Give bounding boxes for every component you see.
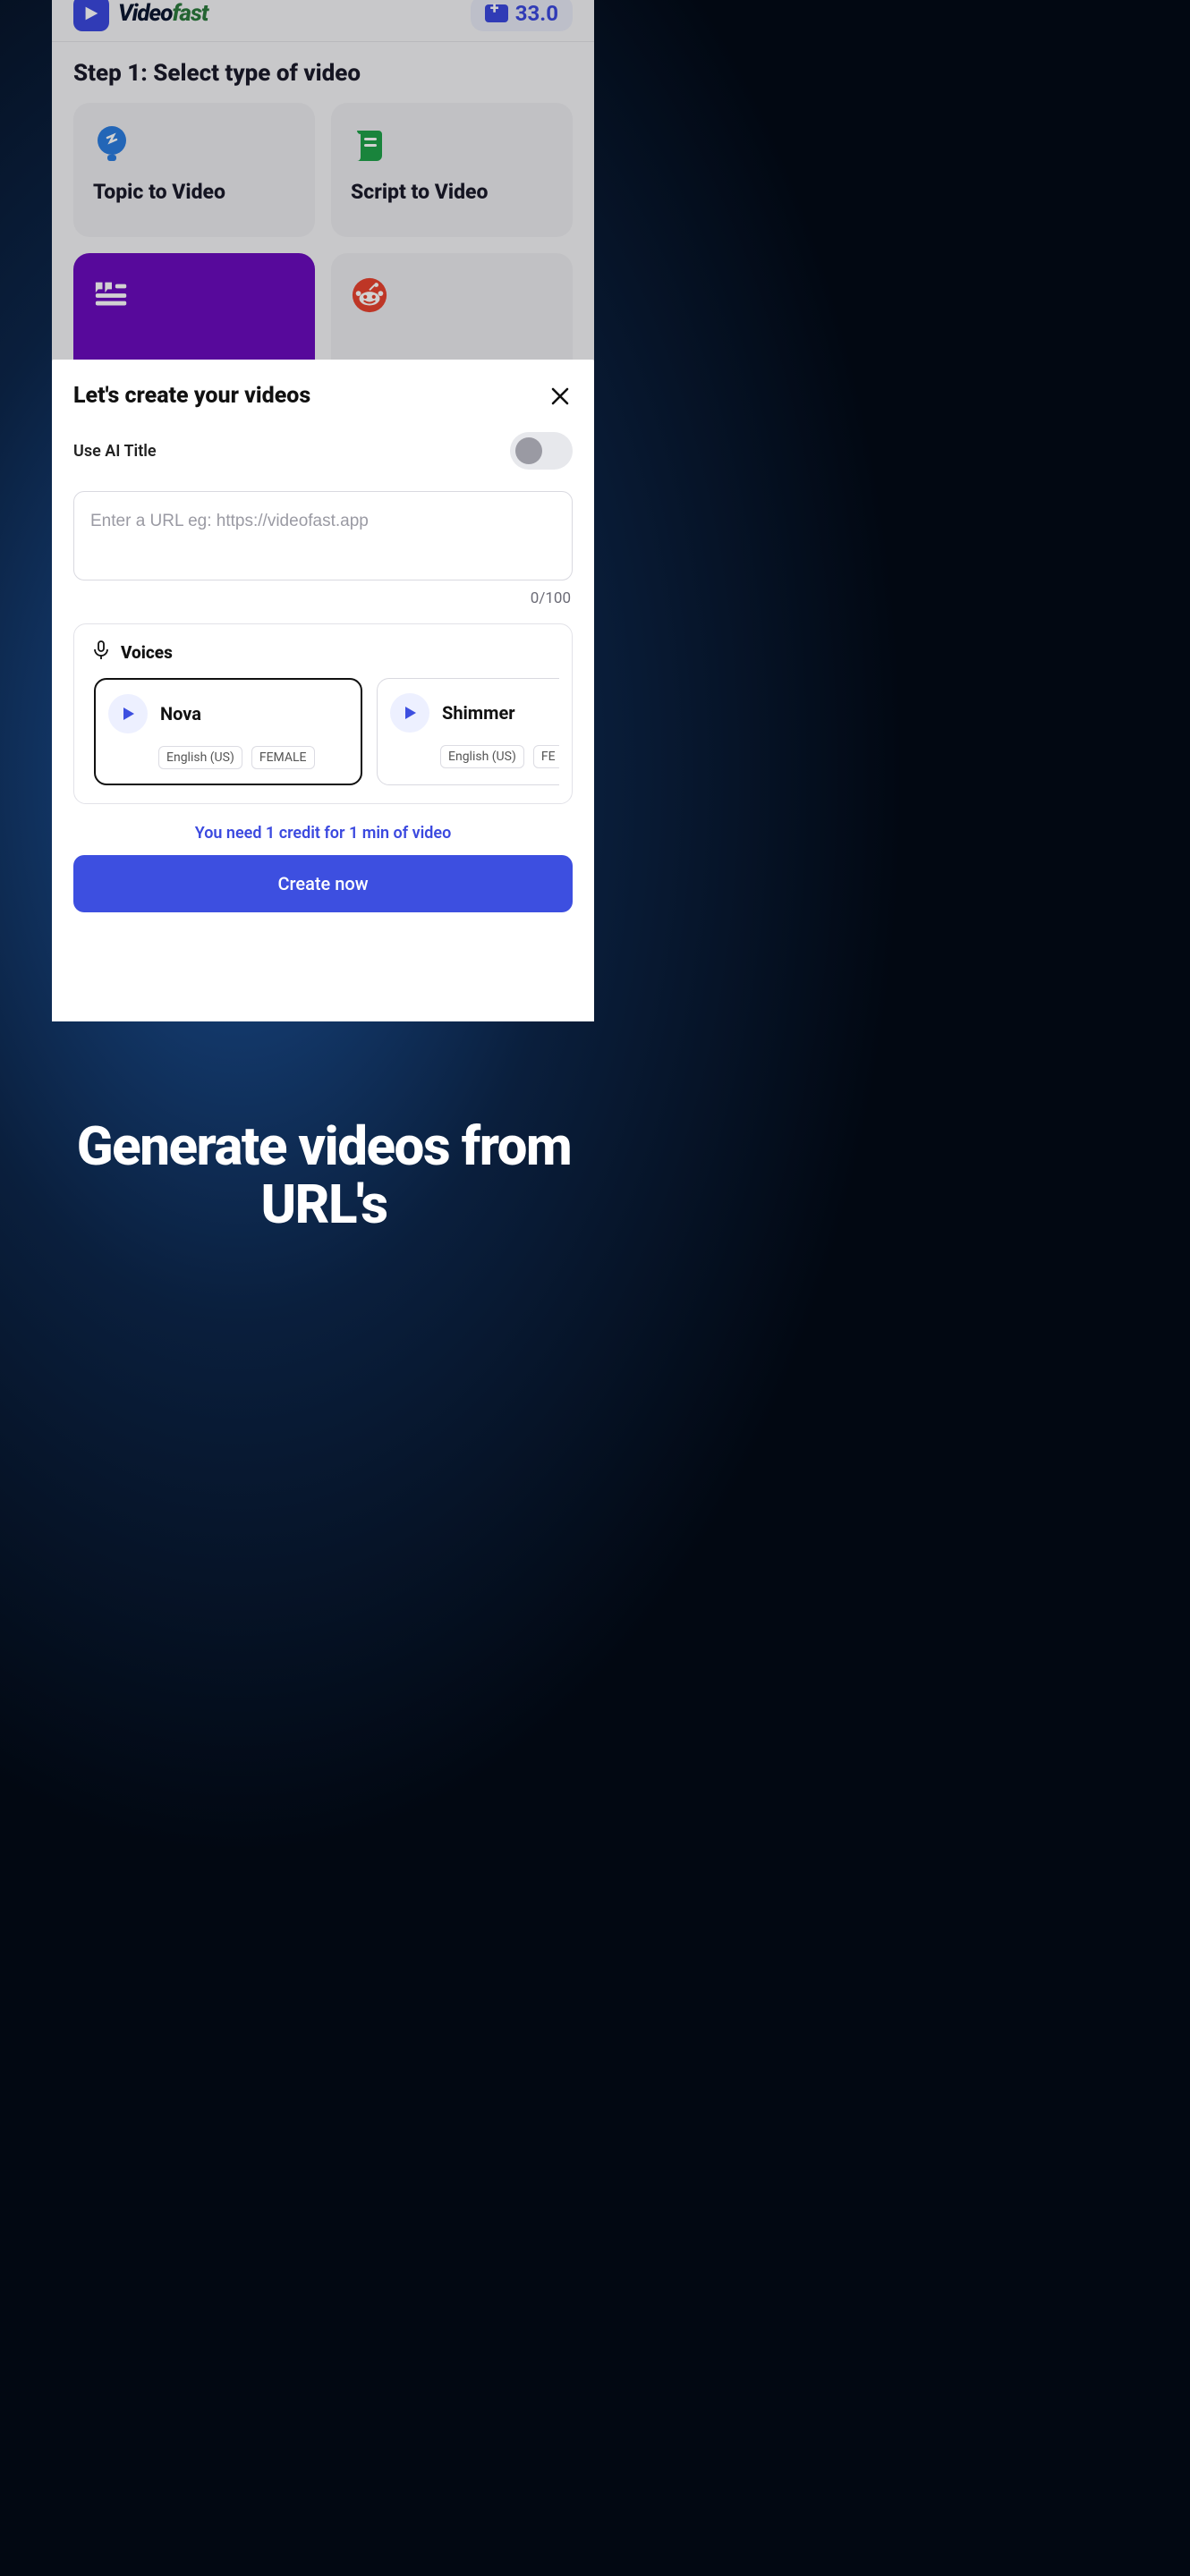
ai-title-label: Use AI Title — [73, 442, 157, 461]
voice-gender-tag: FE — [533, 745, 559, 768]
voice-lang-tag: English (US) — [158, 746, 242, 769]
voice-card-nova[interactable]: Nova English (US) FEMALE — [94, 678, 362, 785]
credit-note: You need 1 credit for 1 min of video — [73, 824, 573, 843]
play-icon — [120, 706, 136, 722]
url-input-box[interactable] — [73, 491, 573, 580]
voice-lang-tag: English (US) — [440, 745, 524, 768]
create-modal: Let's create your videos Use AI Title 0/… — [52, 360, 594, 1021]
close-icon — [550, 386, 570, 406]
modal-title: Let's create your videos — [73, 383, 310, 409]
ai-title-row: Use AI Title — [73, 432, 573, 470]
char-counter: 0/100 — [73, 589, 571, 607]
microphone-icon — [92, 640, 110, 664]
voice-list[interactable]: Nova English (US) FEMALE Shimmer — [87, 678, 559, 785]
app-screen: Videofast 33.0 Step 1: Select type of vi… — [52, 0, 594, 1021]
voice-gender-tag: FEMALE — [251, 746, 315, 769]
play-button[interactable] — [108, 694, 148, 733]
voices-section: Voices Nova English (US) FEMALE — [73, 623, 573, 804]
voices-label: Voices — [121, 642, 173, 663]
play-button[interactable] — [390, 693, 429, 733]
url-input[interactable] — [90, 512, 556, 531]
create-now-button[interactable]: Create now — [73, 855, 573, 912]
ai-title-toggle[interactable] — [510, 432, 573, 470]
hero-headline: Generate videos from URL's — [0, 1118, 648, 1234]
close-button[interactable] — [548, 384, 573, 409]
voice-card-shimmer[interactable]: Shimmer English (US) FE — [377, 678, 559, 785]
play-icon — [402, 705, 418, 721]
toggle-knob — [515, 437, 542, 464]
voice-name: Shimmer — [442, 702, 515, 724]
voice-name: Nova — [160, 703, 201, 724]
